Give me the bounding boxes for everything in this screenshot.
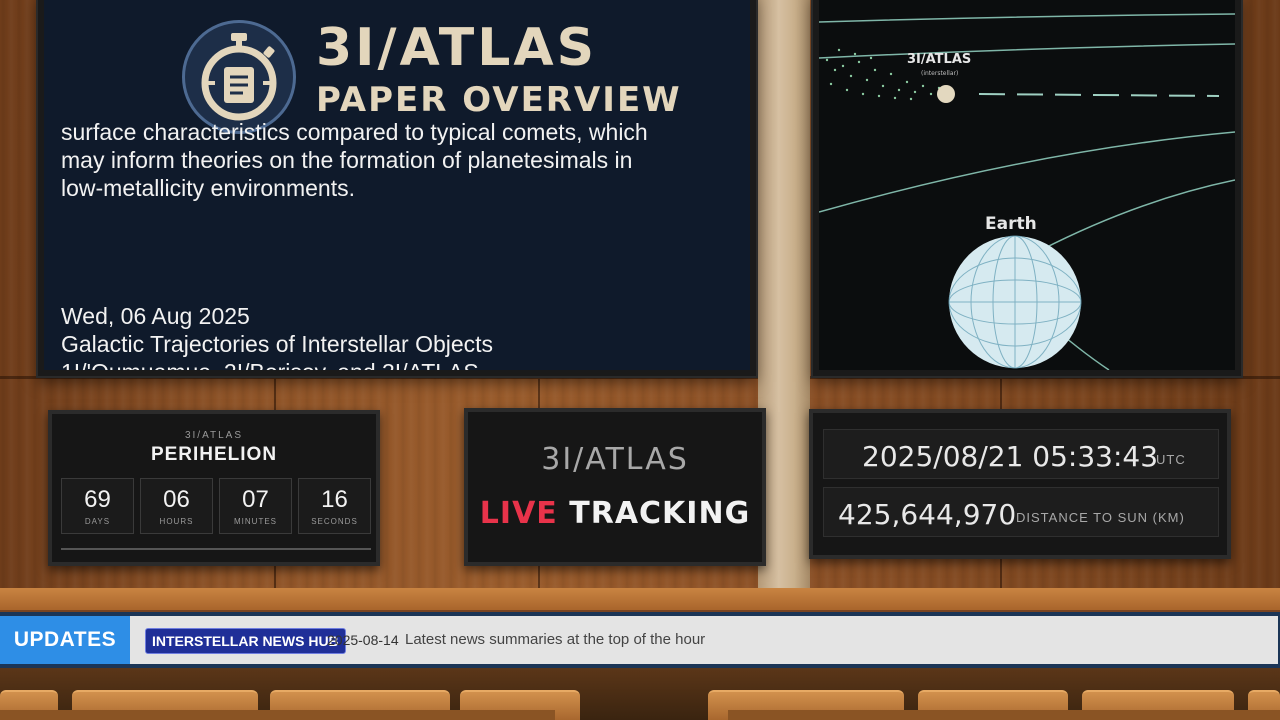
paragraph-line: low-metallicity environments. bbox=[61, 175, 355, 201]
datetime-value: 2025/08/21 05:33:43 bbox=[862, 440, 1159, 473]
orbit-diagram bbox=[819, 13, 1235, 370]
countdown-divider bbox=[61, 548, 371, 550]
live-tracking-heading: LIVE TRACKING bbox=[468, 496, 762, 531]
countdown-seconds: 16 SECONDS bbox=[298, 478, 371, 534]
wall-seam bbox=[0, 376, 1280, 379]
countdown-days: 69 DAYS bbox=[61, 478, 134, 534]
paragraph-line: surface characteristics compared to typi… bbox=[61, 119, 648, 145]
countdown-value: 16 bbox=[321, 486, 348, 513]
logo-title: 3I/ATLAS bbox=[316, 18, 598, 78]
live-tracking-panel: 3I/ATLAS LIVE TRACKING bbox=[464, 408, 766, 566]
object-sublabel: (interstellar) bbox=[921, 70, 959, 77]
seat-row bbox=[0, 710, 555, 720]
tracking-word: TRACKING bbox=[569, 496, 751, 531]
logo-subtitle: PAPER OVERVIEW bbox=[316, 80, 682, 120]
telemetry-panel: 2025/08/21 05:33:43 UTC 425,644,970 DIST… bbox=[809, 409, 1231, 559]
stopwatch-document-icon bbox=[182, 20, 296, 134]
countdown-hours: 06 HOURS bbox=[140, 478, 213, 534]
perihelion-kicker: 3I/ATLAS bbox=[184, 430, 244, 441]
news-ticker: UPDATES INTERSTELLAR NEWS HUB 2025-08-14… bbox=[0, 612, 1280, 668]
paragraph-line: may inform theories on the formation of … bbox=[61, 147, 633, 173]
countdown-value: 69 bbox=[84, 486, 111, 513]
countdown-unit: SECONDS bbox=[311, 517, 358, 526]
seat-row bbox=[728, 710, 1280, 720]
desk-top bbox=[0, 588, 1280, 610]
distance-label: DISTANCE TO SUN (KM) bbox=[1016, 510, 1185, 525]
distance-readout: 425,644,970 DISTANCE TO SUN (KM) bbox=[823, 487, 1219, 537]
ticker-label: UPDATES bbox=[0, 616, 130, 664]
news-date: Wed, 06 Aug 2025 bbox=[61, 303, 250, 329]
countdown-unit: DAYS bbox=[84, 517, 111, 526]
orbit-visualization-screen: 3I/ATLAS (interstellar) Earth bbox=[813, 0, 1241, 376]
countdown-value: 06 bbox=[163, 486, 190, 513]
datetime-readout: 2025/08/21 05:33:43 UTC bbox=[823, 429, 1219, 479]
distance-value: 425,644,970 bbox=[838, 498, 1017, 531]
live-word: LIVE bbox=[479, 496, 558, 531]
news-hub-badge: INTERSTELLAR NEWS HUB bbox=[145, 628, 346, 654]
countdown-row: 69 DAYS 06 HOURS 07 MINUTES 16 SECONDS bbox=[61, 478, 371, 534]
timezone-label: UTC bbox=[1156, 452, 1186, 467]
countdown-minutes: 07 MINUTES bbox=[219, 478, 292, 534]
news-entry: Wed, 06 Aug 2025 Galactic Trajectories o… bbox=[61, 302, 741, 376]
ticker-text: Latest news summaries at the top of the … bbox=[405, 631, 706, 648]
countdown-value: 07 bbox=[242, 486, 269, 513]
news-partial-line: 1I/'Oumuamua, 2I/Borisov, and 3I/ATLAS bbox=[61, 359, 479, 376]
earth-label: Earth bbox=[985, 214, 1037, 234]
news-title: Galactic Trajectories of Interstellar Ob… bbox=[61, 331, 494, 357]
paper-overview-screen: 3I/ATLAS PAPER OVERVIEW surface characte… bbox=[38, 0, 756, 376]
ticker-date: 2025-08-14 bbox=[327, 632, 399, 648]
countdown-unit: HOURS bbox=[159, 517, 194, 526]
live-object-name: 3I/ATLAS bbox=[541, 442, 689, 477]
perihelion-title: PERIHELION bbox=[150, 444, 278, 465]
countdown-unit: MINUTES bbox=[234, 517, 277, 526]
perihelion-countdown-panel: 3I/ATLAS PERIHELION 69 DAYS 06 HOURS 07 … bbox=[48, 410, 380, 566]
abstract-paragraph: surface characteristics compared to typi… bbox=[61, 119, 741, 202]
object-label: 3I/ATLAS bbox=[907, 52, 972, 67]
ticker-body: INTERSTELLAR NEWS HUB 2025-08-14 Latest … bbox=[130, 616, 1278, 664]
